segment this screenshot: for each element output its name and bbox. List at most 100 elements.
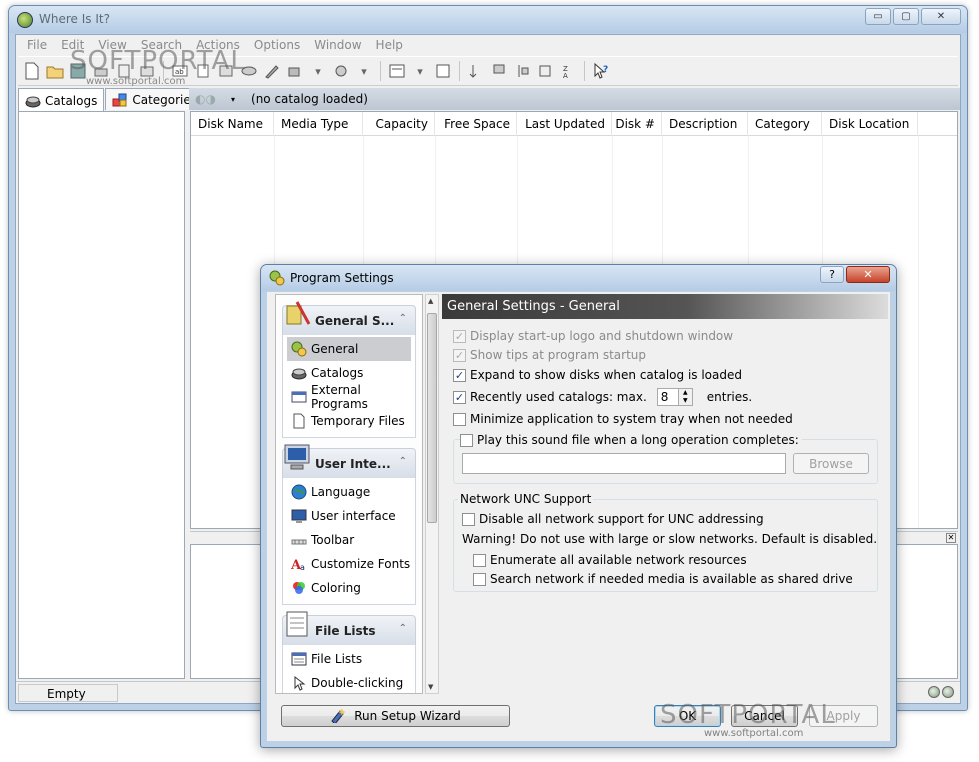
nav-item-language[interactable]: Language — [283, 480, 415, 504]
menu-help[interactable]: Help — [369, 38, 410, 52]
whats-this-help-icon[interactable]: ? — [591, 61, 611, 81]
tag-icon[interactable] — [331, 61, 351, 81]
nav-item-user-interface[interactable]: User interface — [283, 504, 415, 528]
chevron-down-icon[interactable]: ▾ — [308, 61, 328, 81]
recent-catalogs-value[interactable]: 8 — [656, 388, 679, 406]
column-category[interactable]: Category — [748, 112, 822, 136]
menu-window[interactable]: Window — [307, 38, 368, 52]
chevron-down-icon[interactable]: ▾ — [354, 61, 374, 81]
tab-catalogs[interactable]: Catalogs — [18, 88, 105, 112]
search-shared-checkbox[interactable] — [473, 572, 486, 586]
sound-file-input[interactable] — [462, 453, 786, 474]
menu-options[interactable]: Options — [247, 38, 307, 52]
column-free-space[interactable]: Free Space — [435, 112, 517, 136]
option-recent-catalogs: ✓ Recently used catalogs: max. 8 ▲ ▼ entr… — [453, 388, 752, 406]
nav-item-double-clicking[interactable]: Double-clicking — [283, 671, 415, 693]
chevron-down-icon[interactable]: ▾ — [410, 61, 430, 81]
nav-group-user-interface[interactable]: User Inte... ⌃ — [282, 444, 416, 478]
sort-date-icon[interactable] — [535, 61, 555, 81]
left-tabs: Catalogs Categories — [18, 88, 205, 112]
nav-item-label: Coloring — [311, 581, 361, 595]
nav-group-general[interactable]: General S... ⌃ — [282, 301, 416, 335]
tools-icon[interactable] — [285, 61, 305, 81]
open-catalog-icon[interactable] — [45, 61, 65, 81]
column-disk-name[interactable]: Disk Name — [191, 112, 274, 136]
catalogs-icon — [291, 365, 307, 381]
nav-item-file-lists[interactable]: File Lists — [283, 647, 415, 671]
nav-item-customize-fonts[interactable]: Aa Customize Fonts — [283, 552, 415, 576]
maximize-button[interactable]: ▢ — [893, 8, 919, 25]
play-sound-checkbox[interactable] — [460, 433, 473, 447]
show-tips-checkbox[interactable]: ✓ — [453, 348, 466, 362]
close-button[interactable]: ✕ — [921, 8, 961, 25]
pen-icon[interactable] — [262, 61, 282, 81]
watermark-url: www.softportal.com — [704, 728, 804, 739]
option-show-tips: ✓ Show tips at program startup — [453, 348, 646, 362]
minimize-button[interactable]: ▭ — [865, 8, 891, 25]
browse-button[interactable]: Browse — [793, 453, 869, 474]
scroll-thumb[interactable] — [427, 313, 437, 523]
sort-size-icon[interactable] — [489, 61, 509, 81]
nav-group-file-lists[interactable]: File Lists ⌃ — [282, 611, 416, 645]
run-setup-wizard-button[interactable]: Run Setup Wizard — [281, 705, 510, 727]
settings-section-header: General Settings - General — [442, 294, 888, 319]
recent-catalogs-stepper[interactable]: 8 ▲ ▼ — [656, 388, 693, 406]
network-group-title: Network UNC Support — [458, 492, 594, 506]
nav-scrollbar[interactable]: ▲ ▼ — [425, 294, 439, 694]
disable-unc-label: Disable all network support for UNC addr… — [479, 512, 764, 526]
nav-item-catalogs[interactable]: Catalogs — [283, 361, 415, 385]
spin-up-icon[interactable]: ▲ — [683, 389, 688, 397]
catalog-tree[interactable] — [18, 111, 185, 679]
sort-reverse-icon[interactable]: ZA — [558, 61, 578, 81]
search-shared-label: Search network if needed media is availa… — [490, 572, 853, 586]
vertical-splitter[interactable] — [185, 111, 189, 679]
dialog-titlebar[interactable]: Program Settings ? ✕ — [261, 265, 896, 291]
network-warning: Warning! Do not use with large or slow n… — [462, 532, 878, 546]
nav-item-label: Double-clicking — [311, 676, 404, 690]
startup-logo-checkbox[interactable]: ✓ — [453, 329, 466, 343]
nav-item-coloring[interactable]: Coloring — [283, 576, 415, 600]
collapse-icon[interactable]: ⌃ — [399, 456, 407, 467]
enumerate-checkbox[interactable] — [473, 553, 486, 567]
scroll-up-icon[interactable]: ▲ — [428, 297, 433, 305]
main-titlebar[interactable]: Where Is It? ▭ ▢ ✕ — [9, 6, 967, 33]
startup-logo-label: Display start-up logo and shutdown windo… — [470, 329, 734, 343]
back-forward-icon[interactable]: ◐◑ — [195, 92, 231, 106]
report-icon[interactable] — [433, 61, 453, 81]
view-mode-icon[interactable] — [387, 61, 407, 81]
close-pane-icon[interactable]: ✕ — [946, 533, 956, 543]
column-capacity[interactable]: Capacity — [363, 112, 435, 136]
watermark-url: www.softportal.com — [86, 76, 186, 87]
browse-label: Browse — [809, 456, 853, 471]
nav-item-external-programs[interactable]: External Programs — [283, 383, 415, 411]
column-last-updated[interactable]: Last Updated — [517, 112, 612, 136]
sort-name-icon[interactable] — [466, 61, 486, 81]
fonts-icon: Aa — [291, 556, 307, 572]
nav-item-temporary-files[interactable]: Temporary Files — [283, 409, 415, 433]
nav-item-toolbar[interactable]: Toolbar — [283, 528, 415, 552]
sort-type-icon[interactable] — [512, 61, 532, 81]
new-catalog-icon[interactable] — [22, 61, 42, 81]
spin-buttons[interactable]: ▲ ▼ — [678, 388, 693, 406]
minimize-tray-checkbox[interactable] — [453, 412, 466, 426]
column-disk-number[interactable]: Disk # — [612, 112, 662, 136]
disable-unc-checkbox[interactable] — [462, 512, 475, 526]
menu-file[interactable]: File — [20, 38, 54, 52]
collapse-icon[interactable]: ⌃ — [399, 313, 407, 324]
column-media-type[interactable]: Media Type — [274, 112, 363, 136]
expand-disks-checkbox[interactable]: ✓ — [453, 368, 466, 382]
tab-categories-label: Categories — [132, 92, 198, 107]
column-disk-location[interactable]: Disk Location — [822, 112, 918, 136]
nav-item-general[interactable]: General — [287, 337, 411, 361]
nav-dropdown-icon[interactable]: ▾ — [231, 95, 235, 104]
scroll-down-icon[interactable]: ▼ — [428, 683, 433, 691]
collapse-icon[interactable]: ⌃ — [399, 623, 407, 634]
user-interface-icon — [281, 439, 315, 473]
svg-text:a: a — [300, 563, 305, 572]
spin-down-icon[interactable]: ▼ — [683, 397, 688, 405]
dialog-close-button[interactable]: ✕ — [846, 266, 890, 283]
recent-catalogs-checkbox[interactable]: ✓ — [453, 390, 466, 404]
nav-item-label: General — [311, 342, 359, 356]
column-description[interactable]: Description — [662, 112, 748, 136]
dialog-help-button[interactable]: ? — [820, 266, 844, 283]
